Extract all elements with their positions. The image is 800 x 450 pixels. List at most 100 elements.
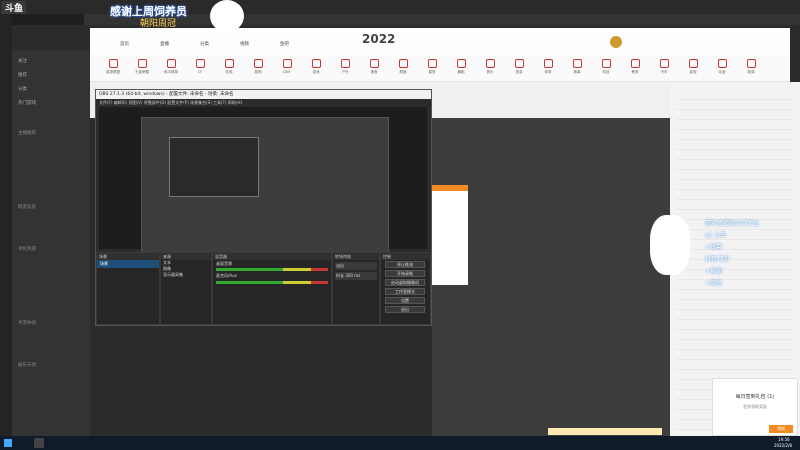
sidebar-item[interactable]: 关注 bbox=[18, 58, 27, 64]
menu-view[interactable]: 视图(V) bbox=[129, 100, 143, 105]
nav-link-category[interactable]: 分类 bbox=[200, 41, 209, 47]
nav-link-home[interactable]: 首页 bbox=[120, 41, 129, 47]
scenes-panel[interactable]: 场景 场景 bbox=[96, 252, 160, 325]
obs-preview[interactable] bbox=[99, 107, 427, 255]
stop-streaming-button[interactable]: 停止推流 bbox=[385, 261, 425, 268]
category-item[interactable]: 星秀 bbox=[425, 59, 439, 75]
menu-help[interactable]: 帮助(H) bbox=[228, 100, 242, 105]
category-label: 美食 bbox=[370, 70, 378, 74]
category-item[interactable]: 英雄联盟 bbox=[106, 59, 120, 75]
audio-mixer-panel[interactable]: 混音器 桌面音频 麦克风/Aux bbox=[212, 252, 332, 325]
start-recording-button[interactable]: 开始录制 bbox=[385, 270, 425, 277]
category-label: 汽车 bbox=[660, 70, 668, 74]
obs-menu-bar[interactable]: 文件(F) 编辑(E) 视图(V) 停靠部件(D) 配置文件(P) 场景集合(S… bbox=[96, 99, 431, 106]
sidebar-item[interactable]: 推荐 bbox=[18, 72, 27, 78]
menu-edit[interactable]: 编辑(E) bbox=[114, 100, 128, 105]
category-label: 游戏 bbox=[312, 70, 320, 74]
category-icon bbox=[601, 59, 611, 68]
overlay-line: x2 上车 bbox=[705, 232, 727, 239]
event-banner[interactable]: 2022 bbox=[362, 32, 395, 46]
duration-field[interactable]: 时长 300 ms bbox=[335, 272, 377, 280]
category-label: 体育 bbox=[544, 70, 552, 74]
transition-select[interactable]: 淡出 bbox=[335, 262, 377, 270]
category-item[interactable]: 旅游 bbox=[512, 59, 526, 75]
overlay-messages: 喜欢主播的点点关注 x2 上车 +弹幕 抖音订阅 +鱼翅 +周榜 bbox=[705, 218, 759, 290]
sidebar-item[interactable]: 分类 bbox=[18, 86, 27, 92]
sidebar-item[interactable]: 热门游戏 bbox=[18, 100, 36, 106]
category-item[interactable]: 王者荣耀 bbox=[135, 59, 149, 75]
category-label: 王者荣耀 bbox=[135, 70, 149, 74]
exit-button[interactable]: 退出 bbox=[385, 306, 425, 313]
category-label: DNF bbox=[283, 70, 291, 74]
settings-popup[interactable] bbox=[432, 185, 468, 285]
category-label: 舞蹈 bbox=[457, 70, 465, 74]
start-icon[interactable] bbox=[4, 439, 12, 447]
user-avatar[interactable] bbox=[610, 36, 622, 48]
promo-claim-button[interactable]: 领取 bbox=[769, 425, 793, 433]
category-label: CF bbox=[197, 70, 203, 74]
category-item[interactable]: 和平精英 bbox=[164, 59, 178, 75]
nav-link-yuba[interactable]: 鱼吧 bbox=[280, 41, 289, 47]
menu-docks[interactable]: 停靠部件(D) bbox=[144, 100, 166, 105]
sources-panel[interactable]: 来源 文本 图像 显示器采集 bbox=[160, 252, 212, 325]
browser-side-rail[interactable] bbox=[0, 14, 12, 436]
clock-time[interactable]: 19:56 bbox=[778, 437, 790, 442]
category-item[interactable]: 赛事 bbox=[570, 59, 584, 75]
category-item[interactable]: DNF bbox=[280, 59, 294, 74]
category-item[interactable]: 户外 bbox=[338, 59, 352, 75]
sidebar-section: 网游竞技 bbox=[18, 205, 36, 210]
category-item[interactable]: 颜值 bbox=[396, 59, 410, 75]
category-icon bbox=[253, 59, 263, 68]
menu-scene-collection[interactable]: 场景集合(S) bbox=[190, 100, 212, 105]
duration-value[interactable]: 300 ms bbox=[345, 273, 360, 278]
bottom-notice-bar[interactable] bbox=[548, 428, 662, 435]
category-item[interactable]: 美食 bbox=[367, 59, 381, 75]
left-sidebar: 关注 推荐 分类 热门游戏 主播推荐 网游竞技 单机热游 手游休闲 娱乐天地 bbox=[12, 50, 90, 436]
obs-dock-panels: 场景 场景 来源 文本 图像 显示器采集 混音器 桌面音频 麦克风/Aux 转场… bbox=[96, 252, 431, 325]
category-icon bbox=[485, 59, 495, 68]
category-item[interactable]: 汽车 bbox=[657, 59, 671, 75]
category-item[interactable]: CF bbox=[193, 59, 207, 74]
obs-title-bar[interactable]: OBS 27.1.3 (64-bit, windows) - 配置文件: 未命名… bbox=[96, 90, 431, 99]
site-logo[interactable]: 斗鱼 bbox=[2, 1, 27, 14]
controls-panel[interactable]: 控制 停止推流 开始录制 启动虚拟摄像机 工作室模式 设置 退出 bbox=[380, 252, 431, 325]
studio-mode-button[interactable]: 工作室模式 bbox=[385, 288, 425, 295]
obs-window[interactable]: OBS 27.1.3 (64-bit, windows) - 配置文件: 未命名… bbox=[95, 89, 432, 326]
settings-button[interactable]: 设置 bbox=[385, 297, 425, 304]
promo-popup[interactable]: 每日签到礼包 (1) 签到领取奖励 领取 bbox=[712, 378, 798, 436]
menu-file[interactable]: 文件(F) bbox=[99, 100, 112, 105]
virtual-camera-button[interactable]: 启动虚拟摄像机 bbox=[385, 279, 425, 286]
source-item[interactable]: 显示器采集 bbox=[161, 272, 211, 278]
menu-tools[interactable]: 工具(T) bbox=[213, 100, 227, 105]
scene-item[interactable]: 场景 bbox=[97, 260, 159, 268]
category-item[interactable]: 科技 bbox=[599, 59, 613, 75]
address-bar[interactable] bbox=[84, 14, 800, 25]
category-bar: 英雄联盟 王者荣耀 和平精英 CF 吃鸡 原神 DNF 游戏 户外 美食 颜值 星秀 舞蹈 音乐 旅游 体育 赛… bbox=[90, 56, 790, 82]
category-item[interactable]: 音乐 bbox=[483, 59, 497, 75]
mixer-track-label: 桌面音频 bbox=[216, 261, 232, 266]
category-item[interactable]: 影视 bbox=[686, 59, 700, 75]
category-icon bbox=[514, 59, 524, 68]
category-item[interactable]: 原神 bbox=[251, 59, 265, 75]
category-item[interactable]: 体育 bbox=[541, 59, 555, 75]
category-item[interactable]: 舞蹈 bbox=[454, 59, 468, 75]
clock-date[interactable]: 2022/2/8 bbox=[774, 443, 792, 448]
transitions-panel[interactable]: 转场特效 淡出 时长 300 ms bbox=[332, 252, 380, 325]
overlay-line: +鱼翅 bbox=[705, 268, 723, 275]
category-item[interactable]: 教育 bbox=[628, 59, 642, 75]
category-item[interactable]: 动漫 bbox=[715, 59, 729, 75]
category-icon bbox=[688, 59, 698, 68]
menu-profile[interactable]: 配置文件(P) bbox=[167, 100, 189, 105]
promo-title: 每日签到礼包 (1) bbox=[735, 394, 775, 400]
duration-label: 时长 bbox=[336, 273, 344, 278]
nav-link-video[interactable]: 视频 bbox=[240, 41, 249, 47]
obs-taskbar-icon[interactable] bbox=[34, 438, 44, 448]
category-item[interactable]: 游戏 bbox=[309, 59, 323, 75]
category-item[interactable]: 吃鸡 bbox=[222, 59, 236, 75]
panel-title: 场景 bbox=[97, 253, 159, 260]
nav-link-live[interactable]: 直播 bbox=[160, 41, 169, 47]
category-label: 赛事 bbox=[573, 70, 581, 74]
category-item[interactable]: 新闻 bbox=[744, 59, 758, 75]
category-label: 和平精英 bbox=[164, 70, 178, 74]
category-icon bbox=[427, 59, 437, 68]
